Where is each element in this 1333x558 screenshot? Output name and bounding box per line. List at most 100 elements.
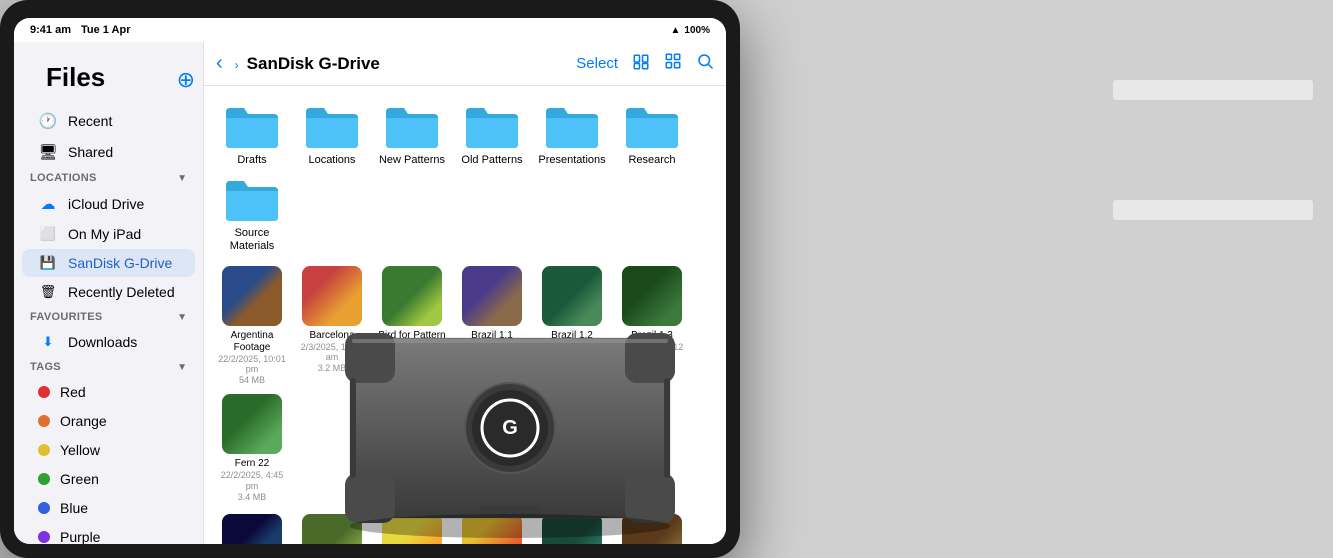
sidebar-item-recent[interactable]: 🕐 Recent [22,106,195,136]
meta-argentina: 22/2/2025, 10:01 pm54 MB [217,354,287,386]
folder-source-materials[interactable]: Source Materials [216,175,288,253]
sidebar-item-deleted[interactable]: 🗑 Recently Deleted [22,278,195,306]
favourites-chevron: ▼ [177,312,187,323]
recent-icon: 🕐 [38,112,58,130]
blue-label: Blue [60,500,88,516]
tags-section-header[interactable]: Tags ▼ [14,357,203,377]
toolbar: ‹ › SanDisk G-Drive Select [204,42,726,86]
file-fern22[interactable]: Fern 22 22/2/2025, 4:45 pm3.4 MB [216,394,288,502]
recent-label: Recent [68,113,112,129]
green-dot [38,473,50,485]
file-argentina[interactable]: Argentina Footage 22/2/2025, 10:01 pm54 … [216,266,288,386]
yellow-label: Yellow [60,442,100,458]
sidebar-item-yellow[interactable]: Yellow [22,436,195,464]
locations-chevron: ▼ [177,173,187,184]
deleted-icon: 🗑 [38,284,58,300]
sandisk-icon: 💾 [38,255,58,271]
status-date: Tue 1 Apr [81,24,131,36]
toolbar-actions: Select [576,52,714,75]
orange-dot [38,415,50,427]
name-argentina: Argentina Footage [217,330,287,354]
status-right: ▲ 100% [671,25,710,36]
sidebar: Files ⊕ 🕐 Recent 🖥 Shared Locations ▼ [14,42,204,544]
toolbar-title: SanDisk G-Drive [247,54,569,74]
folder-old-patterns[interactable]: Old Patterns [456,102,528,167]
folder-research[interactable]: Research [616,102,688,167]
desktop-background [710,0,1333,558]
thumb-fern22 [222,394,282,454]
folder-icon-drafts [222,102,282,150]
battery-status: 100% [684,25,710,36]
deleted-label: Recently Deleted [68,284,175,300]
meta-fern22: 22/2/2025, 4:45 pm3.4 MB [217,470,287,502]
status-left: 9:41 am Tue 1 Apr [30,24,131,36]
icloud-icon: ☁ [38,195,58,213]
folder-name-presentations: Presentations [538,154,605,167]
red-dot [38,386,50,398]
sidebar-item-red[interactable]: Red [22,378,195,406]
sidebar-item-purple[interactable]: Purple [22,523,195,544]
downloads-icon: ⬇ [38,334,58,350]
share-button[interactable] [632,53,650,74]
shared-label: Shared [68,144,113,160]
tags-chevron: ▼ [177,362,187,373]
desktop-window-2 [1113,200,1313,220]
name-fern22: Fern 22 [235,458,269,470]
ipad-label: On My iPad [68,226,141,242]
sidebar-item-shared[interactable]: 🖥 Shared [22,137,195,167]
gdrive-device: G [330,278,690,538]
sidebar-add-button[interactable]: ⊕ [177,67,195,93]
search-button[interactable] [696,52,714,75]
folder-icon-research [622,102,682,150]
shared-icon: 🖥 [38,143,58,161]
locations-label: Locations [30,172,97,184]
folder-name-source-materials: Source Materials [217,227,287,253]
sidebar-title: Files [30,54,121,105]
folder-locations[interactable]: Locations [296,102,368,167]
sidebar-item-downloads[interactable]: ⬇ Downloads [22,328,195,356]
yellow-dot [38,444,50,456]
folders-row: Drafts Locations [216,102,714,254]
downloads-label: Downloads [68,334,137,350]
thumb-fireworks [222,514,282,544]
sidebar-item-orange[interactable]: Orange [22,407,195,435]
orange-label: Orange [60,413,107,429]
folder-name-research: Research [628,154,675,167]
svg-text:G: G [502,417,518,439]
back-button[interactable]: ‹ [216,52,223,75]
favourites-label: Favourites [30,311,102,323]
green-label: Green [60,471,99,487]
breadcrumb-separator: › [235,58,239,72]
favourites-section-header[interactable]: Favourites ▼ [14,307,203,327]
locations-section-header[interactable]: Locations ▼ [14,168,203,188]
select-button[interactable]: Select [576,55,618,72]
sidebar-item-green[interactable]: Green [22,465,195,493]
purple-dot [38,531,50,543]
folder-name-drafts: Drafts [237,154,266,167]
status-time: 9:41 am [30,24,71,36]
blue-dot [38,502,50,514]
folder-icon-source-materials [222,175,282,223]
folder-presentations[interactable]: Presentations [536,102,608,167]
status-bar: 9:41 am Tue 1 Apr ▲ 100% [14,18,726,42]
sidebar-item-ipad[interactable]: ⬜ On My iPad [22,220,195,248]
thumb-argentina [222,266,282,326]
sidebar-item-icloud[interactable]: ☁ iCloud Drive [22,189,195,219]
desktop-window-1 [1113,80,1313,100]
folder-name-locations: Locations [308,154,355,167]
folder-icon-new-patterns [382,102,442,150]
folder-icon-presentations [542,102,602,150]
sidebar-item-blue[interactable]: Blue [22,494,195,522]
file-fireworks[interactable]: Fireworks 4/12/2025, 10:01 pm378 KB [216,514,288,544]
folder-name-old-patterns: Old Patterns [461,154,522,167]
sidebar-item-sandisk[interactable]: 💾 SanDisk G-Drive [22,249,195,277]
ipad-icon: ⬜ [38,226,58,242]
folder-drafts[interactable]: Drafts [216,102,288,167]
folder-new-patterns[interactable]: New Patterns [376,102,448,167]
icloud-label: iCloud Drive [68,196,144,212]
tags-label: Tags [30,361,61,373]
purple-label: Purple [60,529,100,544]
folder-icon-locations [302,102,362,150]
sandisk-label: SanDisk G-Drive [68,255,172,271]
grid-view-button[interactable] [664,52,682,75]
